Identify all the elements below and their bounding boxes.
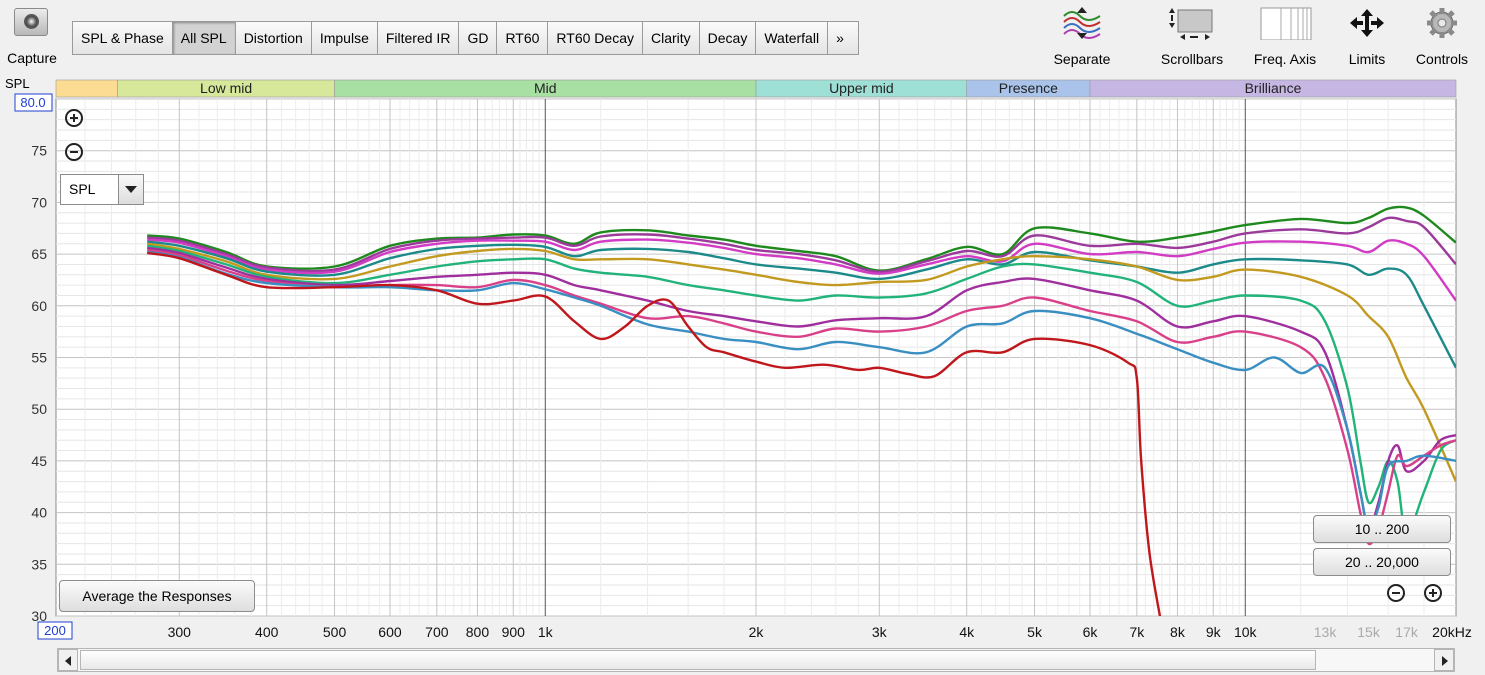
measurement-type-select[interactable]: SPL (60, 174, 144, 205)
tab-all-spl[interactable]: All SPL (172, 22, 236, 54)
camera-icon (14, 8, 48, 36)
x-tick-label: 3k (872, 624, 888, 640)
x-tick-label: 10k (1234, 624, 1258, 640)
x-tick-label: 20kHz (1432, 624, 1472, 640)
x-axis-ticks: 300 400 500 600 700 800 900 1k 2k 3k 4k 5k 6k 7k 8k 9k 1… (168, 624, 1472, 640)
x-tick-label: 1k (538, 624, 554, 640)
frequency-bands: Low mid Mid Upper mid Presence Brilliance (55, 79, 1457, 98)
x-tick-label: 900 (502, 624, 526, 640)
capture-label: Capture (7, 50, 57, 66)
separate-button[interactable]: Separate (1037, 2, 1127, 70)
y-max-value: 80.0 (20, 95, 45, 110)
y-tick-label: 35 (31, 556, 47, 572)
scrollbars-icon (1169, 8, 1213, 40)
range-20-20000-button[interactable]: 20 .. 20,000 (1313, 548, 1451, 576)
range-10-200-button[interactable]: 10 .. 200 (1313, 515, 1451, 543)
y-tick-label: 60 (31, 298, 47, 314)
x-tick-label: 500 (323, 624, 347, 640)
y-tick-label: 70 (31, 194, 47, 210)
x-tick-label: 17k (1395, 624, 1419, 640)
zoom-in-icon (65, 109, 83, 127)
x-tick-label: 4k (959, 624, 975, 640)
zoom-in-button[interactable] (65, 109, 83, 127)
x-tick-label: 800 (466, 624, 490, 640)
x-tick-label: 6k (1083, 624, 1099, 640)
y-axis-label: SPL (5, 76, 30, 91)
y-tick-label: 75 (31, 143, 47, 159)
tab-filtered-ir[interactable]: Filtered IR (377, 22, 460, 54)
select-value: SPL (69, 181, 96, 197)
y-tick-label: 55 (31, 350, 47, 366)
zoom-in-icon (1424, 584, 1442, 602)
x-tick-label: 700 (425, 624, 449, 640)
separate-icon (1063, 7, 1101, 39)
controls-label: Controls (1415, 51, 1469, 67)
y-tick-label: 40 (31, 505, 47, 521)
freq-axis-button[interactable]: Freq. Axis (1240, 2, 1330, 70)
horizontal-scrollbar[interactable] (57, 648, 1455, 672)
tab-gd[interactable]: GD (459, 22, 498, 54)
capture-button[interactable]: Capture (2, 2, 62, 66)
separate-label: Separate (1053, 51, 1111, 67)
x-tick-label: 15k (1357, 624, 1381, 640)
scrollbar-thumb[interactable] (80, 650, 1316, 670)
zoom-out-icon (1387, 584, 1405, 602)
band-label: Upper mid (829, 80, 894, 96)
x-tick-label: 8k (1170, 624, 1186, 640)
band-label: Presence (999, 80, 1058, 96)
x-min-value: 200 (44, 623, 66, 638)
tab-rt60-decay[interactable]: RT60 Decay (548, 22, 643, 54)
x-tick-label: 400 (255, 624, 279, 640)
x-tick-label: 5k (1027, 624, 1043, 640)
x-tick-label: 2k (749, 624, 765, 640)
freq-zoom-out-button[interactable] (1387, 584, 1405, 602)
chevron-down-icon[interactable] (118, 175, 143, 204)
y-axis-ticks: 30354045505560657075 (31, 143, 47, 624)
zoom-out-button[interactable] (65, 143, 83, 161)
scrollbars-label: Scrollbars (1160, 51, 1224, 67)
controls-button[interactable]: Controls (1398, 2, 1485, 70)
band-label: Brilliance (1245, 80, 1302, 96)
scroll-left-button[interactable] (58, 649, 78, 671)
freq-zoom-in-button[interactable] (1424, 584, 1442, 602)
tab-clarity[interactable]: Clarity (642, 22, 700, 54)
more-tabs-button[interactable]: » (828, 22, 859, 54)
tab-decay[interactable]: Decay (699, 22, 757, 54)
average-responses-button[interactable]: Average the Responses (59, 580, 255, 612)
spl-chart[interactable]: Low mid Mid Upper mid Presence Brilliance 30… (0, 72, 1485, 648)
x-tick-label: 600 (378, 624, 402, 640)
y-tick-label: 45 (31, 453, 47, 469)
x-tick-label: 13k (1314, 624, 1338, 640)
x-tick-label: 7k (1129, 624, 1145, 640)
band-label: Mid (534, 80, 557, 96)
y-tick-label: 50 (31, 401, 47, 417)
view-tab-bar: SPL & Phase All SPL Distortion Impulse F… (72, 21, 860, 55)
tab-waterfall[interactable]: Waterfall (756, 22, 829, 54)
scroll-right-button[interactable] (1434, 649, 1454, 671)
limits-icon (1350, 9, 1384, 37)
tab-spl-phase[interactable]: SPL & Phase (73, 22, 173, 54)
tab-distortion[interactable]: Distortion (235, 22, 312, 54)
band-label: Low mid (200, 80, 252, 96)
x-tick-label: 9k (1206, 624, 1222, 640)
tab-rt60[interactable]: RT60 (497, 22, 549, 54)
y-tick-label: 65 (31, 246, 47, 262)
zoom-out-icon (65, 143, 83, 161)
tab-impulse[interactable]: Impulse (311, 22, 378, 54)
scrollbars-button[interactable]: Scrollbars (1147, 2, 1237, 70)
x-tick-label: 300 (168, 624, 192, 640)
band-0 (55, 79, 118, 98)
freq-axis-label: Freq. Axis (1253, 51, 1317, 67)
gear-icon (1427, 8, 1457, 38)
freq-axis-icon (1260, 7, 1312, 40)
